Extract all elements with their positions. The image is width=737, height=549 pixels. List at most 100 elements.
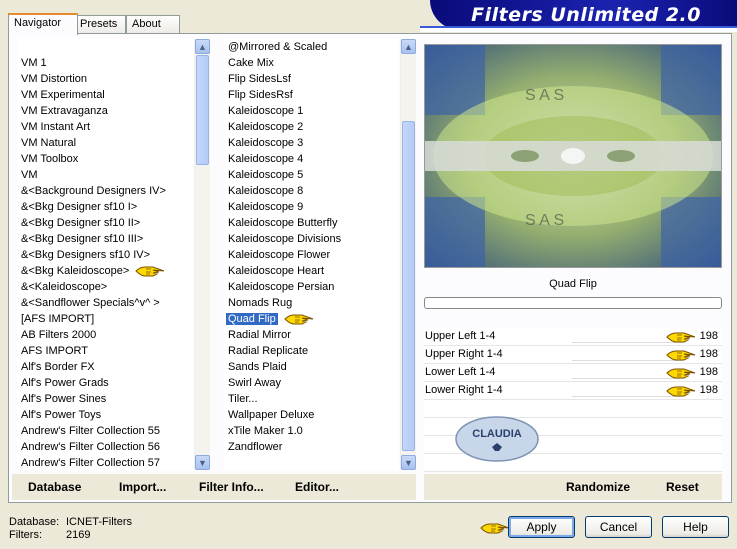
scroll-up-icon[interactable]: ▲ xyxy=(401,39,416,54)
filter-item[interactable]: Kaleidoscope 3 xyxy=(224,135,399,151)
randomize-button[interactable]: Randomize xyxy=(566,480,630,494)
category-label: Andrew's Filter Collection 56 xyxy=(21,441,161,453)
category-scrollbar[interactable]: ▲ ▼ xyxy=(194,39,210,470)
parameter-value: 198 xyxy=(699,384,718,396)
category-item[interactable]: VM 1 xyxy=(17,55,197,71)
parameter-slider[interactable]: Upper Left 1-4 198 xyxy=(424,328,722,346)
filter-item[interactable]: Kaleidoscope Butterfly xyxy=(224,215,399,231)
svg-text:S A S: S A S xyxy=(525,212,564,229)
category-item[interactable]: VM Experimental xyxy=(17,87,197,103)
filter-label: Kaleidoscope 5 xyxy=(228,169,304,181)
filter-item[interactable]: Quad Flip xyxy=(224,311,399,327)
filter-item[interactable]: Swirl Away xyxy=(224,375,399,391)
filter-label: Kaleidoscope 2 xyxy=(228,121,304,133)
cancel-button[interactable]: Cancel xyxy=(585,516,652,538)
filter-label: Kaleidoscope Butterfly xyxy=(228,217,338,229)
filter-label: Flip SidesLsf xyxy=(228,73,291,85)
category-item[interactable]: &<Bkg Kaleidoscope> xyxy=(17,263,197,279)
filter-item[interactable]: Flip SidesLsf xyxy=(224,71,399,87)
category-item[interactable]: Alf's Power Toys xyxy=(17,407,197,423)
editor-button[interactable]: Editor... xyxy=(295,480,339,494)
category-item[interactable]: &<Kaleidoscope> xyxy=(17,279,197,295)
parameter-slider[interactable]: Lower Right 1-4 198 xyxy=(424,382,722,400)
filter-items: @Mirrored & Scaled Cake Mix Flip SidesLsf F… xyxy=(224,39,399,455)
filter-item[interactable]: Sands Plaid xyxy=(224,359,399,375)
tab-navigator[interactable]: Navigator xyxy=(8,13,78,35)
parameter-value: 198 xyxy=(699,366,718,378)
filter-info-button[interactable]: Filter Info... xyxy=(199,480,264,494)
category-label: AB Filters 2000 xyxy=(21,329,97,341)
progress-bar xyxy=(424,297,722,309)
category-item[interactable]: Andrew's Filter Collection 56 xyxy=(17,439,197,455)
filter-item[interactable]: Kaleidoscope 4 xyxy=(224,151,399,167)
help-button[interactable]: Help xyxy=(662,516,729,538)
category-item[interactable]: [AFS IMPORT] xyxy=(17,311,197,327)
parameter-slider[interactable]: Upper Right 1-4 198 xyxy=(424,346,722,364)
tab-about[interactable]: About xyxy=(126,15,180,33)
filter-item[interactable]: Wallpaper Deluxe xyxy=(224,407,399,423)
filter-item[interactable]: Cake Mix xyxy=(224,55,399,71)
category-item[interactable]: Alf's Power Grads xyxy=(17,375,197,391)
filter-label: Kaleidoscope Persian xyxy=(228,281,335,293)
filter-item[interactable]: Nomads Rug xyxy=(224,295,399,311)
category-item[interactable]: Andrew's Filter Collection 55 xyxy=(17,423,197,439)
pointer-hand-icon xyxy=(666,383,696,399)
import-button[interactable]: Import... xyxy=(119,480,166,494)
category-label: [AFS IMPORT] xyxy=(21,313,95,325)
scroll-down-icon[interactable]: ▼ xyxy=(195,455,210,470)
filter-list[interactable]: @Mirrored & Scaled Cake Mix Flip SidesLsf F… xyxy=(224,39,399,470)
category-item[interactable]: Alf's Border FX xyxy=(17,359,197,375)
scroll-up-icon[interactable]: ▲ xyxy=(195,39,210,54)
filter-item[interactable]: Kaleidoscope 2 xyxy=(224,119,399,135)
category-item[interactable]: AB Filters 2000 xyxy=(17,327,197,343)
filter-item[interactable]: Kaleidoscope Flower xyxy=(224,247,399,263)
parameter-slider[interactable]: Lower Left 1-4 198 xyxy=(424,364,722,382)
category-list[interactable]: VM 1 VM Distortion VM Experimental VM Extra… xyxy=(17,39,197,470)
category-item[interactable]: Alf's Power Sines xyxy=(17,391,197,407)
reset-button[interactable]: Reset xyxy=(666,480,699,494)
filter-item[interactable]: Zandflower xyxy=(224,439,399,455)
right-button-bar: Randomize Reset xyxy=(424,474,722,500)
filter-label: Nomads Rug xyxy=(228,297,293,309)
scroll-down-icon[interactable]: ▼ xyxy=(401,455,416,470)
filter-item[interactable]: Flip SidesRsf xyxy=(224,87,399,103)
category-item[interactable]: VM Natural xyxy=(17,135,197,151)
filter-item[interactable]: xTile Maker 1.0 xyxy=(224,423,399,439)
category-item[interactable]: &<Sandflower Specials^v^ > xyxy=(17,295,197,311)
category-item[interactable]: VM Instant Art xyxy=(17,119,197,135)
apply-button[interactable]: Apply xyxy=(508,516,575,538)
parameter-value: 198 xyxy=(699,348,718,360)
filter-scrollbar[interactable]: ▲ ▼ xyxy=(400,39,416,470)
filter-item[interactable]: Kaleidoscope Persian xyxy=(224,279,399,295)
category-item[interactable]: &<Bkg Designer sf10 I> xyxy=(17,199,197,215)
category-item[interactable]: &<Bkg Designer sf10 II> xyxy=(17,215,197,231)
category-item[interactable]: AFS IMPORT xyxy=(17,343,197,359)
scroll-thumb[interactable] xyxy=(402,121,415,451)
database-button[interactable]: Database xyxy=(28,480,81,494)
category-label: &<Sandflower Specials^v^ > xyxy=(21,297,160,309)
filter-item[interactable]: Kaleidoscope 5 xyxy=(224,167,399,183)
filter-item[interactable]: Kaleidoscope Divisions xyxy=(224,231,399,247)
category-item[interactable]: VM xyxy=(17,167,197,183)
category-item[interactable]: Andrew's Filter Collection 57 xyxy=(17,455,197,470)
category-label: VM Experimental xyxy=(21,89,105,101)
category-item[interactable]: VM Extravaganza xyxy=(17,103,197,119)
category-item[interactable]: VM Distortion xyxy=(17,71,197,87)
filter-item[interactable]: Kaleidoscope Heart xyxy=(224,263,399,279)
filter-label: Kaleidoscope Flower xyxy=(228,249,331,261)
filter-item[interactable]: Tiler... xyxy=(224,391,399,407)
filter-item[interactable]: Kaleidoscope 9 xyxy=(224,199,399,215)
category-item[interactable]: &<Bkg Designer sf10 III> xyxy=(17,231,197,247)
banner-title: Filters Unlimited 2.0 xyxy=(471,4,701,26)
filter-item[interactable]: Kaleidoscope 1 xyxy=(224,103,399,119)
filter-item[interactable]: Radial Replicate xyxy=(224,343,399,359)
category-item[interactable]: &<Bkg Designers sf10 IV> xyxy=(17,247,197,263)
scroll-thumb[interactable] xyxy=(196,55,209,165)
filter-item[interactable]: Radial Mirror xyxy=(224,327,399,343)
category-item[interactable]: &<Background Designers IV> xyxy=(17,183,197,199)
filter-item[interactable]: Kaleidoscope 8 xyxy=(224,183,399,199)
tab-presets[interactable]: Presets xyxy=(74,15,126,33)
svg-text:S A S: S A S xyxy=(525,87,564,104)
filter-item[interactable]: @Mirrored & Scaled xyxy=(224,39,399,55)
category-item[interactable]: VM Toolbox xyxy=(17,151,197,167)
